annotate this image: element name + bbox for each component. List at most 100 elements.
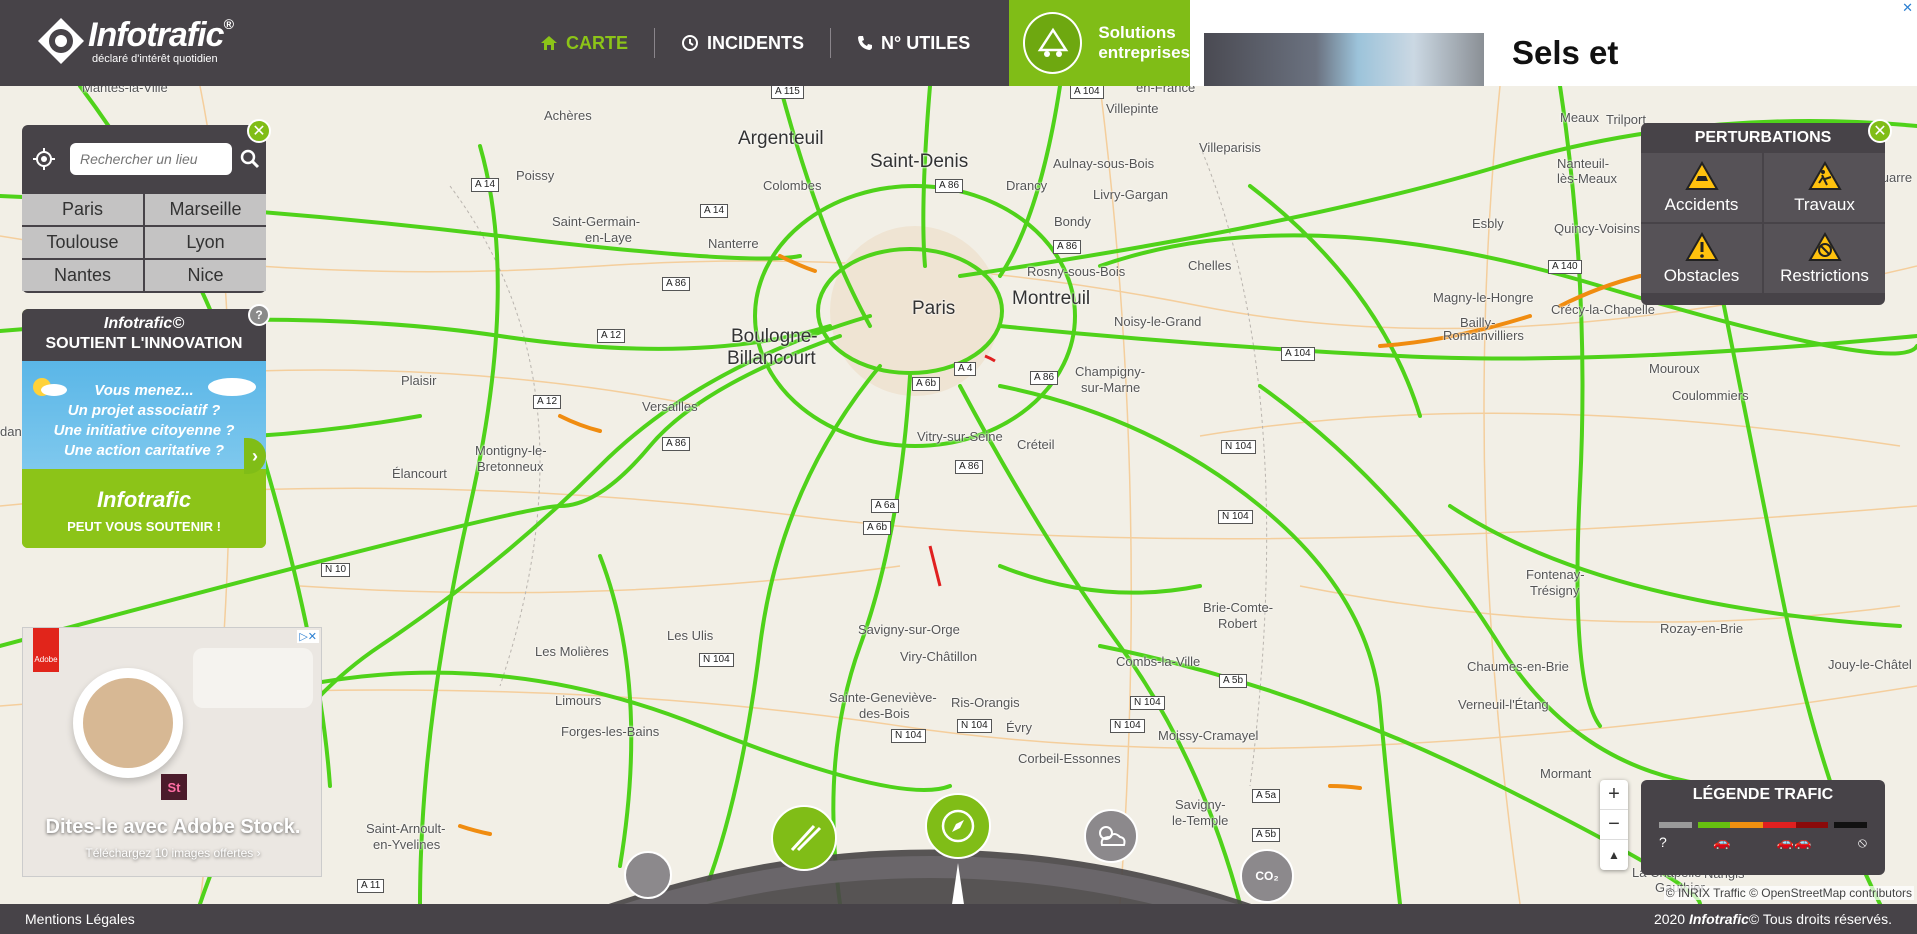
road-shield: A 86	[955, 460, 984, 474]
solutions-entreprises-button[interactable]: Solutions entreprises	[1009, 0, 1190, 86]
innovation-promo-panel[interactable]: Infotrafic© SOUTIENT L'INNOVATION Vous m…	[22, 309, 266, 548]
place-label: Noisy-le-Grand	[1114, 314, 1202, 329]
place-label: Magny-le-Hongre	[1433, 290, 1534, 305]
top-banner-ad[interactable]: Sels et ✕	[1190, 0, 1917, 86]
road-shield: N 104	[699, 653, 734, 667]
ad-close-icon[interactable]: ✕	[1902, 0, 1913, 16]
road-shield: A 86	[1030, 371, 1059, 385]
road-shield: N 104	[957, 719, 992, 733]
filter-accidents[interactable]: Accidents	[1641, 153, 1762, 222]
road-shield: A 104	[1070, 86, 1104, 99]
legend-blocked-bar	[1795, 822, 1829, 828]
place-label: en-France	[1136, 86, 1196, 95]
legend-icons: ? 🚗 🚗🚗 ⦸	[1659, 834, 1867, 851]
road-shield: A 14	[471, 178, 500, 192]
filter-travaux[interactable]: Travaux	[1764, 153, 1885, 222]
place-label: Robert	[1218, 616, 1258, 631]
city-toulouse[interactable]: Toulouse	[22, 227, 143, 258]
place-label: Moissy-Cramayel	[1158, 728, 1259, 743]
filter-obstacles[interactable]: Obstacles	[1641, 224, 1762, 293]
place-label: Argenteuil	[738, 128, 824, 149]
city-marseille[interactable]: Marseille	[145, 194, 266, 225]
place-label: Achères	[544, 108, 592, 123]
road-shield: A 6b	[863, 521, 892, 535]
compass-icon[interactable]	[925, 793, 991, 859]
sun-icon	[33, 378, 67, 396]
nav-carte[interactable]: CARTE	[514, 28, 654, 58]
place-label: Coulommiers	[1672, 388, 1749, 403]
place-label: Plaisir	[401, 373, 437, 388]
road-shield: A 5b	[1219, 674, 1248, 688]
road-shield: A 86	[662, 277, 691, 291]
business-icon	[1023, 12, 1083, 74]
place-label: Évry	[1006, 720, 1032, 735]
search-panel: Paris Marseille Toulouse Lyon Nantes Nic…	[22, 125, 266, 293]
place-label: Les Ulis	[667, 628, 714, 643]
logo-wordmark: Infotrafic®	[88, 16, 234, 54]
city-shortcuts: Paris Marseille Toulouse Lyon Nantes Nic…	[22, 194, 266, 291]
nav-carte-label: CARTE	[566, 32, 628, 53]
road-shield: A 6a	[871, 499, 900, 513]
close-perturbations-icon[interactable]: ✕	[1868, 119, 1892, 143]
place-label: Paris	[912, 298, 956, 319]
place-label: Villeparisis	[1199, 140, 1261, 155]
road-shield: A 115	[771, 86, 804, 99]
place-label: Saint-Arnoult-	[366, 821, 446, 836]
place-label: Versailles	[642, 399, 698, 414]
place-label: Sainte-Geneviève-	[829, 690, 937, 705]
ad-title: Dites-le avec Adobe Stock.	[45, 816, 301, 838]
search-icon[interactable]	[238, 147, 262, 171]
road-shield: A 104	[1281, 347, 1315, 361]
place-label: Limours	[555, 693, 602, 708]
place-label: Montigny-le-	[475, 443, 547, 458]
city-lyon[interactable]: Lyon	[145, 227, 266, 258]
place-label: Saint-Denis	[870, 151, 969, 172]
ad-subtitle[interactable]: Téléchargez 10 images offertes ›	[23, 846, 321, 860]
place-label: en-Yvelines	[373, 837, 441, 852]
help-icon[interactable]: ?	[248, 304, 270, 326]
road-shield: A 5a	[1252, 789, 1281, 803]
ad-choices-icon[interactable]: ▷✕	[297, 630, 319, 643]
place-label: Billancourt	[727, 348, 816, 369]
close-search-panel-icon[interactable]: ✕	[247, 119, 271, 143]
road-shield: A 14	[700, 204, 729, 218]
place-label: Esbly	[1472, 216, 1504, 231]
legend-dense-bar	[1730, 822, 1764, 828]
adobe-stock-ad[interactable]: Adobe St Dites-le avec Adobe Stock. Télé…	[22, 627, 322, 877]
zoom-in-button[interactable]: +	[1600, 780, 1628, 810]
unknown-traffic-icon[interactable]	[624, 851, 672, 899]
search-input[interactable]	[70, 143, 232, 175]
nav-incidents[interactable]: INCIDENTS	[655, 28, 830, 58]
nav-numeros-utiles-label: N° UTILES	[881, 32, 971, 53]
logo-tagline: déclaré d'intérêt quotidien	[92, 53, 218, 65]
nav-numeros-utiles[interactable]: N° UTILES	[831, 28, 996, 58]
place-label: Colombes	[763, 178, 822, 193]
weather-icon[interactable]	[1084, 809, 1138, 863]
place-label: Ris-Orangis	[951, 695, 1020, 710]
road-shield: N 104	[1221, 440, 1256, 454]
city-paris[interactable]: Paris	[22, 194, 143, 225]
place-label: Trésigny	[1530, 583, 1580, 598]
city-nice[interactable]: Nice	[145, 260, 266, 291]
innovation-footer: PEUT VOUS SOUTENIR !	[67, 519, 221, 534]
place-label: Les Molières	[535, 644, 609, 659]
place-label: Montreuil	[1012, 288, 1091, 309]
zoom-out-button[interactable]: −	[1600, 810, 1628, 840]
restriction-icon	[1807, 231, 1842, 261]
co2-icon[interactable]: CO₂	[1240, 849, 1294, 903]
reset-north-button[interactable]: ▲	[1600, 840, 1628, 870]
infotrafic-logo[interactable]: Infotrafic® déclaré d'intérêt quotidien	[36, 14, 236, 70]
place-label: Bondy	[1054, 214, 1091, 229]
roadwork-mode-icon[interactable]	[771, 805, 837, 871]
legend-closed-icon: ⦸	[1857, 834, 1867, 850]
place-label: lès-Meaux	[1557, 171, 1617, 186]
ad-photo-cup	[73, 668, 183, 778]
city-nantes[interactable]: Nantes	[22, 260, 143, 291]
filter-restrictions[interactable]: Restrictions	[1764, 224, 1885, 293]
place-label: Nanteuil-	[1557, 156, 1610, 171]
place-label: Champigny-	[1075, 364, 1146, 379]
innovation-logo: Infotrafic	[96, 487, 192, 512]
geolocate-icon[interactable]	[32, 147, 56, 171]
legal-notice-link[interactable]: Mentions Légales	[25, 911, 135, 927]
ad-headline: Sels et	[1512, 34, 1619, 71]
